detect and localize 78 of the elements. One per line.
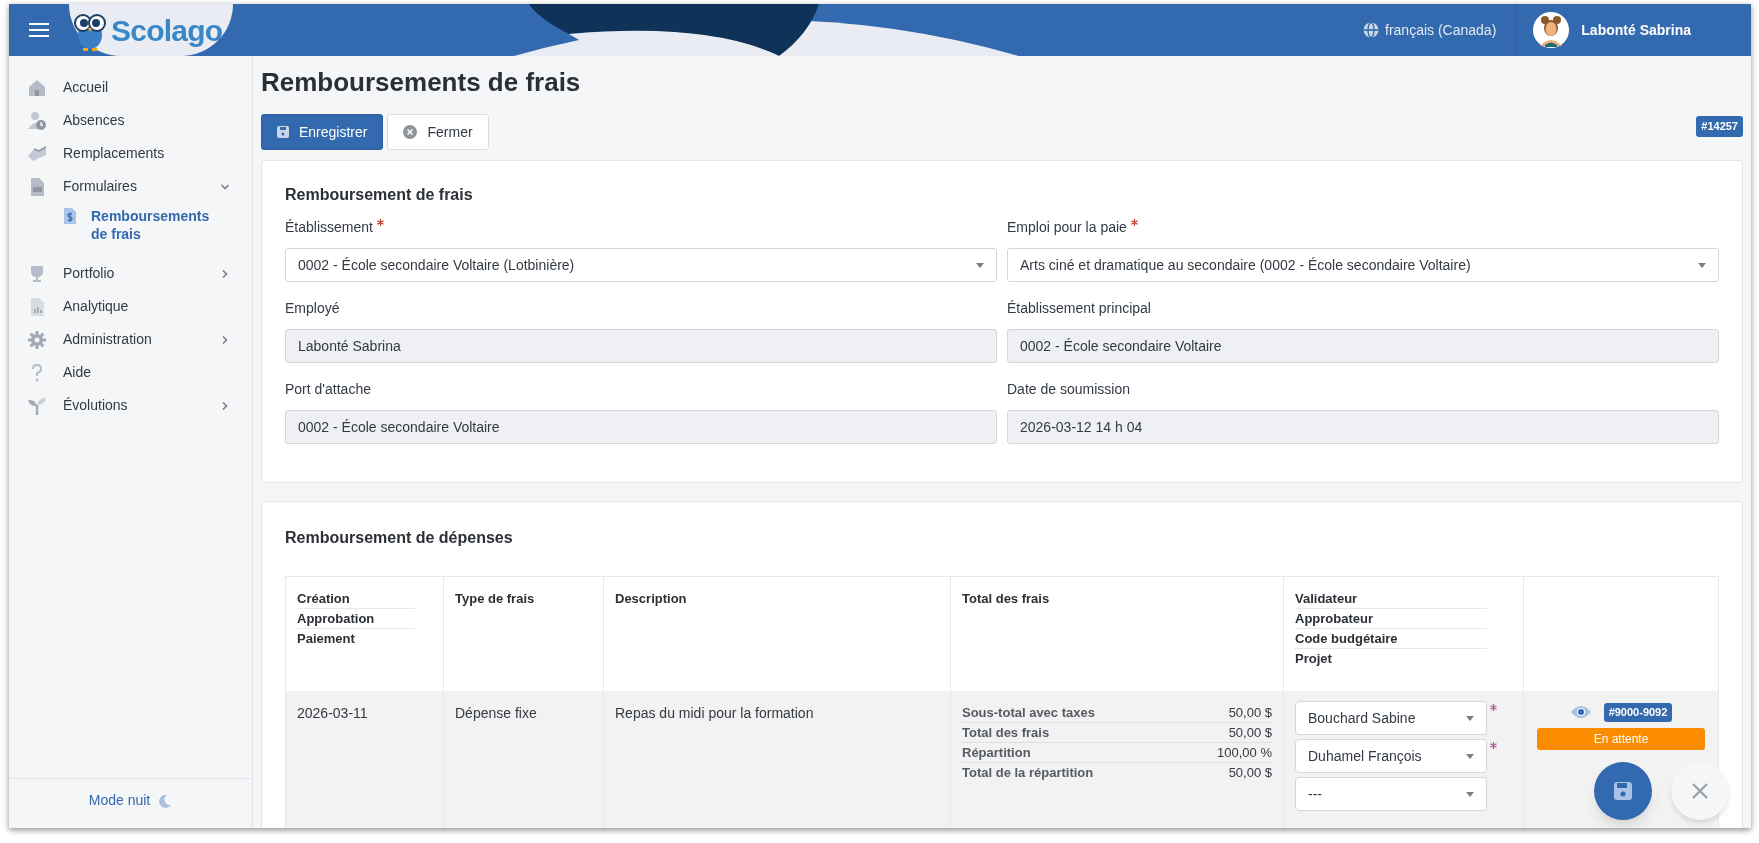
eye-icon[interactable] (1569, 704, 1592, 721)
moon-icon (158, 793, 173, 808)
sidebar-item[interactable]: Remplacements (27, 137, 230, 170)
column-header: Approbateur (1295, 609, 1487, 629)
sidebar-item-icon (27, 77, 47, 98)
close-icon (1691, 782, 1709, 800)
sidebar-item[interactable]: Analytique (27, 290, 230, 323)
sidebar-item-icon (27, 329, 47, 350)
column-header: Approbation (297, 609, 415, 629)
readonly-field: 0002 - École secondaire Voltaire (1007, 329, 1719, 363)
user-menu[interactable]: Labonté Sabrina (1517, 4, 1751, 56)
column-header: Projet (1295, 650, 1333, 668)
sidebar-item-icon (27, 110, 47, 131)
column-header: Création (297, 589, 415, 609)
globe-icon (1363, 22, 1380, 38)
table-cell-text: Repas du midi pour la formation (615, 704, 815, 723)
table-cell-text: 2026-03-11 (297, 704, 369, 723)
field-label: Emploi pour la paie (1007, 217, 1138, 238)
table-cell-text: Dépense fixe (455, 704, 538, 723)
column-header: Total des frais (962, 590, 1051, 608)
readonly-field: 0002 - École secondaire Voltaire (285, 410, 997, 444)
save-icon (277, 126, 289, 138)
column-header: Description (615, 590, 688, 608)
sidebar-item[interactable]: Administration (27, 323, 230, 356)
dropdown-caret-icon (1466, 715, 1474, 721)
total-label: Sous-total avec taxes (962, 704, 1095, 722)
record-id-badge: #14257 (1696, 116, 1743, 137)
dropdown-caret-icon (976, 262, 984, 268)
total-amount: 50,00 $ (1228, 704, 1272, 722)
total-label: Répartition (962, 744, 1031, 762)
language-selector[interactable]: français (Canada) (1343, 4, 1517, 56)
save-icon (1613, 781, 1633, 801)
readonly-field: Labonté Sabrina (285, 329, 997, 363)
dropdown-caret-icon (1698, 262, 1706, 268)
avatar-icon (1533, 12, 1570, 48)
close-circle-icon (403, 125, 418, 139)
select-field[interactable]: Arts ciné et dramatique au secondaire (0002 - École secondaire Voltaire) (1007, 248, 1719, 282)
field-label: Employé (285, 299, 340, 318)
section-title: Remboursement de frais (285, 185, 474, 205)
total-amount: 100,00 % (1217, 744, 1272, 762)
select-field[interactable]: Duhamel François (1295, 739, 1487, 773)
sidebar-item-icon (27, 143, 47, 164)
field-label: Date de soumission (1007, 380, 1130, 399)
dollar-document-icon (63, 207, 77, 225)
column-header: Paiement (297, 630, 356, 648)
field-label: Port d'attache (285, 380, 371, 399)
app-logo-text: Scolago (111, 12, 223, 49)
select-field[interactable]: 0002 - École secondaire Voltaire (Lotbinière) (285, 248, 997, 282)
select-field[interactable]: --- (1295, 777, 1487, 811)
sidebar-item[interactable]: Évolutions (27, 389, 230, 422)
total-label: Total de la répartition (962, 764, 1094, 782)
total-label: Total des frais (962, 724, 1050, 742)
total-amount: 50,00 $ (1228, 764, 1272, 782)
sidebar-item[interactable]: Aide (27, 356, 230, 389)
page-title: Remboursements de frais (261, 66, 582, 98)
sidebar-item[interactable]: Formulaires (27, 170, 230, 203)
column-header: Type de frais (455, 590, 536, 608)
column-header: Validateur (1295, 589, 1487, 609)
save-button[interactable]: Enregistrer (261, 114, 384, 150)
dropdown-caret-icon (1466, 791, 1474, 797)
sidebar-item[interactable]: Portfolio (27, 257, 230, 290)
sidebar-item[interactable]: Absences (27, 104, 230, 137)
sidebar-item[interactable]: Accueil (27, 71, 230, 104)
field-label: Établissement principal (1007, 299, 1151, 318)
section-title: Remboursement de dépenses (285, 528, 514, 548)
readonly-field: 2026-03-12 14 h 04 (1007, 410, 1719, 444)
dropdown-caret-icon (1466, 753, 1474, 759)
select-field[interactable]: Bouchard Sabine (1295, 701, 1487, 735)
close-button[interactable]: Fermer (387, 114, 489, 150)
field-label: Établissement (285, 217, 384, 238)
column-header: Code budgétaire (1295, 629, 1487, 649)
sidebar-subitem[interactable]: Remboursements de frais (27, 205, 230, 245)
reference-badge: #9000-9092 (1603, 703, 1673, 722)
status-badge: En attente (1537, 727, 1705, 750)
total-amount: 50,00 $ (1228, 724, 1272, 742)
menu-icon (29, 22, 49, 38)
sidebar-item-icon (27, 395, 47, 416)
night-mode-toggle[interactable]: Mode nuit (88, 790, 173, 811)
